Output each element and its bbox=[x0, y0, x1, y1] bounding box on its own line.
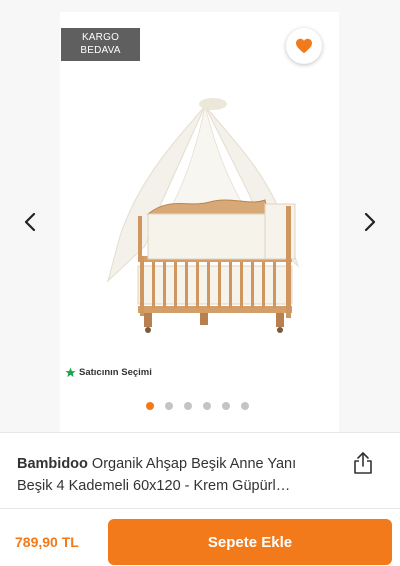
favorite-button[interactable] bbox=[286, 28, 322, 64]
image-pagination bbox=[146, 402, 249, 410]
seller-choice-label: Satıcının Seçimi bbox=[65, 367, 152, 378]
share-icon bbox=[354, 452, 372, 474]
product-image-crib bbox=[107, 98, 300, 333]
product-price: 789,90 TL bbox=[15, 534, 79, 550]
previous-image-button[interactable] bbox=[16, 206, 44, 238]
pagination-dot-6[interactable] bbox=[241, 402, 249, 410]
pagination-dot-3[interactable] bbox=[184, 402, 192, 410]
next-image-button[interactable] bbox=[356, 206, 384, 238]
badge-line-2: BEDAVA bbox=[80, 45, 121, 56]
pagination-dot-5[interactable] bbox=[222, 402, 230, 410]
pagination-dot-1[interactable] bbox=[146, 402, 154, 410]
chevron-right-icon bbox=[364, 213, 376, 231]
product-brand[interactable]: Bambidoo bbox=[17, 456, 88, 472]
free-shipping-badge: KARGO BEDAVA bbox=[61, 28, 140, 61]
product-gallery[interactable]: KARGO BEDAVA Satıcının Seçimi bbox=[0, 0, 400, 432]
pagination-dot-4[interactable] bbox=[203, 402, 211, 410]
product-title-section: Bambidoo Organik Ahşap Beşik Anne Yanı B… bbox=[0, 432, 400, 508]
add-to-cart-button[interactable]: Sepete Ekle bbox=[108, 519, 392, 565]
heart-icon bbox=[296, 38, 312, 54]
share-button[interactable] bbox=[352, 451, 376, 477]
bottom-purchase-bar: 789,90 TL Sepete Ekle bbox=[0, 508, 400, 566]
chevron-left-icon bbox=[24, 213, 36, 231]
product-title: Bambidoo Organik Ahşap Beşik Anne Yanı B… bbox=[17, 453, 335, 497]
seller-choice-text: Satıcının Seçimi bbox=[79, 367, 152, 378]
star-icon bbox=[65, 367, 76, 378]
badge-line-1: KARGO bbox=[81, 32, 120, 43]
pagination-dot-2[interactable] bbox=[165, 402, 173, 410]
